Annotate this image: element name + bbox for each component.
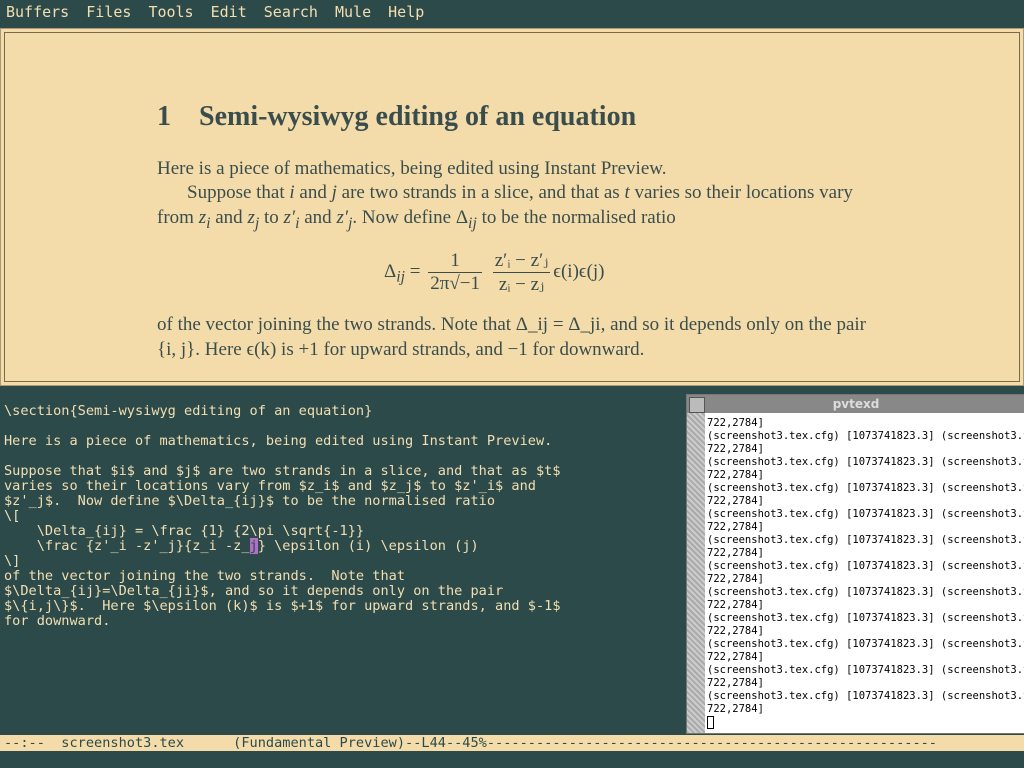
text-editor[interactable]: \section{Semi-wysiwyg editing of an equa… [0,388,684,732]
section-heading: 1 Semi-wysiwyg editing of an equation [157,101,636,133]
text-cursor: j [249,538,258,554]
menu-search[interactable]: Search [264,3,318,21]
section-number: 1 [157,101,171,132]
editor-line: \[ [4,508,21,524]
menubar: Buffers Files Tools Edit Search Mule Hel… [0,0,1024,24]
window-menu-icon[interactable] [689,397,705,413]
section-title: Semi-wysiwyg editing of an equation [199,101,637,132]
pvtexd-log: 722,2784] (screenshot3.tex.cfg) [1073741… [707,417,1024,729]
preview-pane: 1 Semi-wysiwyg editing of an equation Her… [0,28,1024,386]
editor-line: \section{Semi-wysiwyg editing of an equa… [4,403,373,419]
menu-help[interactable]: Help [388,3,424,21]
editor-line: \Delta_{ij} = \frac {1} {2\pi \sqrt{-1}} [4,523,365,539]
editor-line-cursor: \frac {z'_i -z'_j}{z_i -z_j} \epsilon (i… [4,538,479,554]
editor-line: $\Delta_{ij}=\Delta_{ji}$, and so it dep… [4,583,504,599]
editor-line: for downward. [4,613,111,629]
editor-line: Suppose that $i$ and $j$ are two strands… [4,463,561,479]
editor-line: of the vector joining the two strands. N… [4,568,406,584]
preview-paragraph-2: of the vector joining the two strands. N… [157,314,867,360]
pvtexd-titlebar[interactable]: pvtexd [687,395,1024,413]
preview-intro: Here is a piece of mathematics, being ed… [157,158,667,179]
menu-buffers[interactable]: Buffers [6,3,69,21]
preview-paragraph-1: Suppose that i and j are two strands in … [157,182,853,232]
editor-line: $z'_j$. Now define $\Delta_{ij}$ to be t… [4,493,496,509]
editor-line: Here is a piece of mathematics, being ed… [4,433,553,449]
editor-line: varies so their locations vary from $z_i… [4,478,536,494]
menu-edit[interactable]: Edit [211,3,247,21]
editor-line: \] [4,553,21,569]
pvtexd-window[interactable]: pvtexd 722,2784] (screenshot3.tex.cfg) [… [686,394,1024,734]
menu-files[interactable]: Files [86,3,131,21]
terminal-cursor [707,716,714,729]
editor-line: $\{i,j\}$. Here $\epsilon (k)$ is $+1$ f… [4,598,561,614]
scrollbar[interactable] [687,413,705,733]
menu-mule[interactable]: Mule [335,3,371,21]
menu-tools[interactable]: Tools [148,3,193,21]
display-equation: Δij = 1 2π√−1 z′ᵢ − z′ⱼ zᵢ − zⱼ ϵ(i)ϵ(j) [384,250,605,295]
mode-line: --:-- screenshot3.tex (Fundamental Previ… [0,735,1024,751]
